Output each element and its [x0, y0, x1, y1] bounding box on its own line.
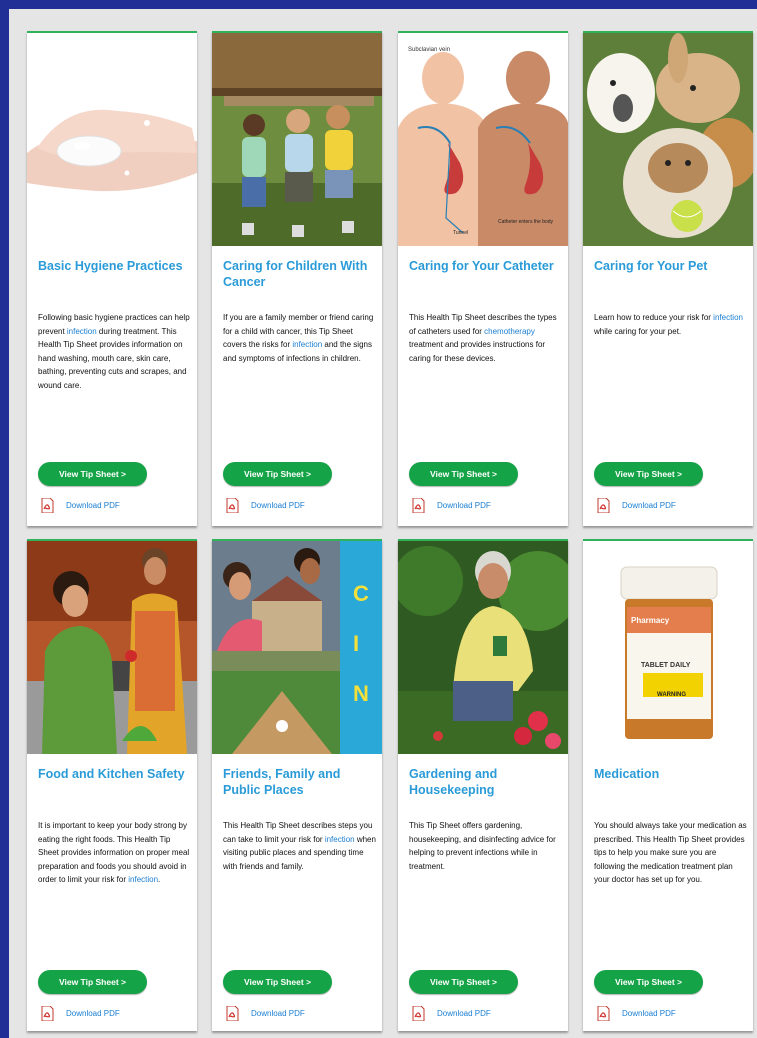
card-description: This Tip Sheet offers gardening, houseke… — [409, 819, 564, 873]
pdf-icon — [226, 498, 239, 514]
download-pdf-link[interactable]: Download PDF — [41, 498, 120, 514]
view-tip-sheet-button[interactable]: View Tip Sheet > — [409, 462, 518, 486]
card-title[interactable]: Friends, Family and Public Places — [223, 766, 375, 798]
pdf-icon — [41, 1006, 54, 1022]
download-pdf-link[interactable]: Download PDF — [597, 498, 676, 514]
view-tip-sheet-button[interactable]: View Tip Sheet > — [594, 970, 703, 994]
image-label: Pharmacy — [631, 616, 670, 625]
download-pdf-label: Download PDF — [437, 501, 491, 510]
card-caring-for-pet: Caring for Your Pet Learn how to reduce … — [583, 31, 753, 526]
download-pdf-link[interactable]: Download PDF — [597, 1006, 676, 1022]
card-medication: Pharmacy TABLET DAILY WARNING Medication… — [583, 539, 753, 1031]
glossary-link-infection[interactable]: infection — [292, 340, 322, 349]
card-description: If you are a family member or friend car… — [223, 311, 378, 365]
hygiene-hands-image — [27, 33, 197, 246]
card-title[interactable]: Medication — [594, 766, 746, 782]
card-caring-for-catheter: Subclavian vein Catheter enters the body… — [398, 31, 568, 526]
card-title[interactable]: Food and Kitchen Safety — [38, 766, 190, 782]
svg-text:C: C — [353, 581, 369, 606]
children-swing-image — [212, 33, 382, 246]
card-description: This Health Tip Sheet describes steps yo… — [223, 819, 378, 873]
glossary-link-infection[interactable]: infection — [67, 327, 97, 336]
pdf-icon — [412, 1006, 425, 1022]
desc-text: You should always take your medication a… — [594, 821, 747, 884]
download-pdf-link[interactable]: Download PDF — [226, 498, 305, 514]
card-description: Learn how to reduce your risk for infect… — [594, 311, 749, 338]
pdf-icon — [412, 498, 425, 514]
medication-bottle-image: Pharmacy TABLET DAILY WARNING — [583, 541, 753, 754]
image-label: WARNING — [657, 692, 686, 698]
card-basic-hygiene: Basic Hygiene Practices Following basic … — [27, 31, 197, 526]
card-description: You should always take your medication a… — [594, 819, 749, 887]
download-pdf-link[interactable]: Download PDF — [41, 1006, 120, 1022]
desc-text: . — [158, 875, 161, 884]
download-pdf-label: Download PDF — [622, 1009, 676, 1018]
desc-text: It is important to keep your body strong… — [38, 821, 190, 884]
card-title[interactable]: Caring for Children With Cancer — [223, 258, 375, 290]
svg-text:I: I — [353, 631, 359, 656]
card-caring-for-children: Caring for Children With Cancer If you a… — [212, 31, 382, 526]
card-title[interactable]: Caring for Your Pet — [594, 258, 746, 274]
download-pdf-label: Download PDF — [66, 1009, 120, 1018]
glossary-link-infection[interactable]: infection — [128, 875, 158, 884]
kitchen-image — [27, 541, 197, 754]
download-pdf-label: Download PDF — [251, 501, 305, 510]
svg-text:N: N — [353, 681, 369, 706]
card-description: It is important to keep your body strong… — [38, 819, 193, 887]
friends-collage-image: C I N — [212, 541, 382, 754]
view-tip-sheet-button[interactable]: View Tip Sheet > — [38, 970, 147, 994]
gardening-image — [398, 541, 568, 754]
view-tip-sheet-button[interactable]: View Tip Sheet > — [223, 462, 332, 486]
download-pdf-link[interactable]: Download PDF — [226, 1006, 305, 1022]
image-label: Subclavian vein — [408, 47, 450, 53]
pets-image — [583, 33, 753, 246]
card-friends-family-public: C I N Friends, Family and Public Places … — [212, 539, 382, 1031]
view-tip-sheet-button[interactable]: View Tip Sheet > — [38, 462, 147, 486]
download-pdf-label: Download PDF — [622, 501, 676, 510]
card-food-kitchen-safety: Food and Kitchen Safety It is important … — [27, 539, 197, 1031]
download-pdf-link[interactable]: Download PDF — [412, 498, 491, 514]
pdf-icon — [597, 1006, 610, 1022]
pdf-icon — [597, 498, 610, 514]
desc-text: treatment and provides instructions for … — [409, 340, 546, 363]
view-tip-sheet-button[interactable]: View Tip Sheet > — [223, 970, 332, 994]
tip-sheet-panel: Basic Hygiene Practices Following basic … — [9, 9, 757, 1038]
view-tip-sheet-button[interactable]: View Tip Sheet > — [409, 970, 518, 994]
download-pdf-label: Download PDF — [437, 1009, 491, 1018]
desc-text: Learn how to reduce your risk for — [594, 313, 714, 322]
glossary-link-chemotherapy[interactable]: chemotherapy — [484, 327, 535, 336]
view-tip-sheet-button[interactable]: View Tip Sheet > — [594, 462, 703, 486]
card-title[interactable]: Gardening and Housekeeping — [409, 766, 561, 798]
download-pdf-link[interactable]: Download PDF — [412, 1006, 491, 1022]
desc-text: while caring for your pet. — [594, 326, 682, 336]
pdf-icon — [226, 1006, 239, 1022]
download-pdf-label: Download PDF — [66, 501, 120, 510]
download-pdf-label: Download PDF — [251, 1009, 305, 1018]
glossary-link-infection[interactable]: infection — [713, 313, 743, 322]
image-label: TABLET DAILY — [641, 662, 691, 669]
glossary-link-infection[interactable]: infection — [325, 835, 355, 844]
card-gardening-housekeeping: Gardening and Housekeeping This Tip Shee… — [398, 539, 568, 1031]
catheter-diagram-image: Subclavian vein Catheter enters the body… — [398, 33, 568, 246]
card-description: Following basic hygiene practices can he… — [38, 311, 193, 392]
card-description: This Health Tip Sheet describes the type… — [409, 311, 564, 365]
image-label: Tunnel — [453, 230, 468, 236]
card-title[interactable]: Caring for Your Catheter — [409, 258, 561, 274]
image-label: Catheter enters the body — [498, 219, 554, 225]
desc-text: This Tip Sheet offers gardening, houseke… — [409, 821, 556, 871]
card-title[interactable]: Basic Hygiene Practices — [38, 258, 190, 274]
pdf-icon — [41, 498, 54, 514]
